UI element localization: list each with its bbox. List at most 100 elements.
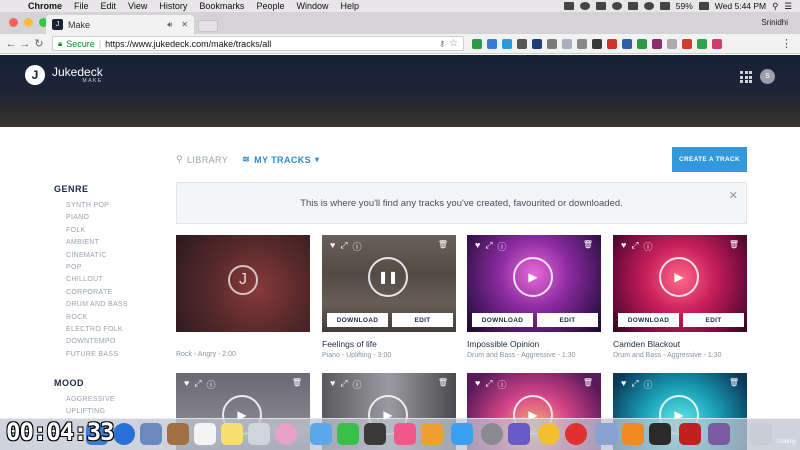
track-title[interactable]: Impossible Opinion [467,339,601,349]
track-artwork[interactable]: J [176,235,310,332]
extension-icon[interactable] [697,38,707,49]
reload-icon[interactable]: ↻ [32,37,46,50]
apps-grid-icon[interactable] [740,71,752,83]
photo-booth-icon[interactable] [364,423,386,445]
info-icon[interactable]: ⓘ [644,378,653,391]
extension-icon[interactable] [577,38,587,49]
bluetooth-icon[interactable] [627,2,638,10]
share-icon[interactable]: ⤢ [485,240,492,253]
info-icon[interactable]: ⓘ [353,378,362,391]
nx-icon[interactable] [595,2,606,10]
heart-icon[interactable]: ♥ [621,240,626,253]
spotlight-icon[interactable]: ⚲ [772,1,778,12]
mood-item[interactable]: AGGRESSIVE [66,394,164,406]
track-card[interactable]: ♥ ⤢ ⓘ 🗑︎ ▶ DOWNLOAD EDIT Camden Blackout… [613,235,747,359]
extension-icon[interactable] [517,38,527,49]
genre-item[interactable]: FOLK [66,225,164,237]
display-icon[interactable] [563,2,574,10]
menu-view[interactable]: View [122,1,153,11]
mood-item[interactable]: UPLIFTING [66,406,164,418]
photos-icon[interactable] [275,423,297,445]
trash-icon[interactable]: 🗑︎ [438,378,448,387]
photo-app-icon[interactable] [140,423,162,445]
notes-icon[interactable] [221,423,243,445]
genre-item[interactable]: ELECTRO FOLK [66,324,164,336]
extension-icon[interactable] [622,38,632,49]
pause-icon[interactable]: ❚❚ [368,257,408,297]
new-tab-button[interactable] [198,20,218,32]
menu-people[interactable]: People [250,1,290,11]
battery-icon[interactable] [698,2,709,10]
extension-icon[interactable] [592,38,602,49]
menubar-clock[interactable]: Wed 5:44 PM [715,1,766,11]
track-card[interactable]: ♥ ⤢ ⓘ 🗑︎ ▶ DOWNLOAD EDIT Impossible Opin… [467,235,601,359]
track-title[interactable]: Camden Blackout [613,339,747,349]
menu-bookmarks[interactable]: Bookmarks [193,1,250,11]
share-icon[interactable]: ⤢ [631,240,638,253]
heart-icon[interactable]: ♥ [475,240,480,253]
app-icon[interactable] [708,423,730,445]
forward-arrow-icon[interactable]: → [18,38,32,50]
vlc-icon[interactable] [622,423,644,445]
genre-item[interactable]: DRUM AND BASS [66,299,164,311]
app-store-icon[interactable] [451,423,473,445]
genre-item[interactable]: CHILLOUT [66,274,164,286]
heart-icon[interactable]: ♥ [330,378,335,391]
download-button[interactable]: DOWNLOAD [327,313,388,327]
track-artwork[interactable]: ♥ ⤢ ⓘ 🗑︎ ▶ DOWNLOAD EDIT [467,235,601,332]
close-window-icon[interactable] [9,18,18,27]
edit-button[interactable]: EDIT [392,313,453,327]
trash-icon[interactable] [750,423,772,445]
download-button[interactable]: DOWNLOAD [472,313,533,327]
timemachine-icon[interactable] [611,2,622,10]
edit-button[interactable]: EDIT [683,313,744,327]
ibooks-icon[interactable] [421,423,443,445]
info-icon[interactable]: ⓘ [498,240,507,253]
share-icon[interactable]: ⤢ [340,378,347,391]
preview-icon[interactable] [248,423,270,445]
messages-icon[interactable] [310,423,332,445]
extension-icon[interactable] [487,38,497,49]
download-button[interactable]: DOWNLOAD [618,313,679,327]
itunes-icon[interactable] [394,423,416,445]
address-bar[interactable]: 🔒︎ Secure | https://www.jukedeck.com/mak… [52,36,464,51]
extension-icon[interactable] [607,38,617,49]
extension-icon[interactable] [712,38,722,49]
share-icon[interactable]: ⤢ [340,240,347,253]
menu-help[interactable]: Help [334,1,365,11]
menu-history[interactable]: History [153,1,193,11]
close-icon[interactable]: ✕ [729,189,738,202]
info-icon[interactable]: ⓘ [498,378,507,391]
profile-name[interactable]: Srinidhi [761,18,788,27]
trash-icon[interactable]: 🗑︎ [729,240,739,249]
track-card[interactable]: J Rock - Angry - 2:00 [176,235,310,358]
genre-item[interactable]: POP [66,262,164,274]
close-tab-icon[interactable]: ✕ [181,20,188,29]
edit-button[interactable]: EDIT [537,313,598,327]
extension-icon[interactable] [502,38,512,49]
back-arrow-icon[interactable]: ← [4,38,18,50]
dropbox-icon[interactable] [579,2,590,10]
minimize-window-icon[interactable] [24,18,33,27]
menu-edit[interactable]: Edit [95,1,123,11]
volume-icon[interactable] [659,2,670,10]
track-artwork[interactable]: ♥ ⤢ ⓘ 🗑︎ ▶ DOWNLOAD EDIT [613,235,747,332]
trash-icon[interactable]: 🗑︎ [438,240,448,249]
play-icon[interactable]: ▶ [659,257,699,297]
trash-icon[interactable]: 🗑︎ [729,378,739,387]
create-track-button[interactable]: CREATE A TRACK [672,147,747,172]
chrome-icon[interactable] [538,423,560,445]
info-icon[interactable]: ⓘ [207,378,216,391]
extension-icon[interactable] [667,38,677,49]
extension-icon[interactable] [682,38,692,49]
lock-icon[interactable]: 🔒︎ [58,39,62,49]
facetime-icon[interactable] [337,423,359,445]
share-icon[interactable]: ⤢ [631,378,638,391]
share-icon[interactable]: ⤢ [485,378,492,391]
extension-icon[interactable] [562,38,572,49]
system-preferences-icon[interactable] [481,423,503,445]
genre-item[interactable]: CORPORATE [66,287,164,299]
heart-icon[interactable]: ♥ [184,378,189,391]
share-icon[interactable]: ⤢ [194,378,201,391]
wifi-icon[interactable] [643,2,654,10]
